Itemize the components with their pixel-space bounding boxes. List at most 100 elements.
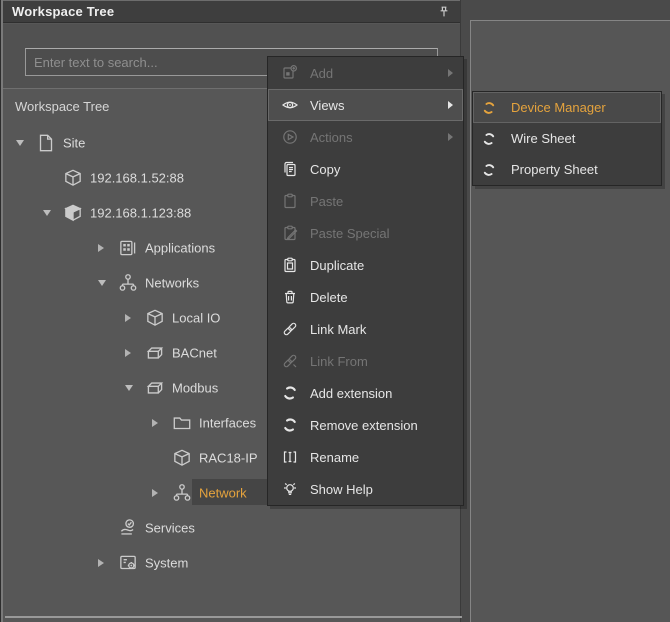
document-icon	[35, 132, 57, 154]
pin-icon[interactable]	[437, 5, 451, 19]
menu-item-add-extension[interactable]: Add extension	[268, 377, 463, 409]
menu-item-label: Duplicate	[310, 258, 364, 273]
tree-item-label: BACnet	[172, 345, 217, 360]
menu-item-actions: Actions	[268, 121, 463, 153]
submenu-item-label: Property Sheet	[511, 162, 598, 177]
tree-item-label: Network	[199, 485, 247, 500]
network-icon	[171, 482, 193, 504]
menu-item-label: Actions	[310, 130, 353, 145]
menu-item-label: Delete	[310, 290, 348, 305]
panel-title: Workspace Tree	[12, 4, 114, 19]
menu-item-show-help[interactable]: Show Help	[268, 473, 463, 505]
services-icon	[117, 517, 139, 539]
menu-item-duplicate[interactable]: Duplicate	[268, 249, 463, 281]
tree-item-system[interactable]: System	[3, 545, 462, 580]
chevron-right-icon[interactable]	[152, 489, 158, 497]
tree-item-label: System	[145, 555, 188, 570]
tree-item-label: Local IO	[172, 310, 220, 325]
panel-resize-handle[interactable]	[5, 616, 462, 618]
device-box-icon	[62, 167, 84, 189]
chevron-right-icon[interactable]	[98, 244, 104, 252]
menu-item-label: Link From	[310, 354, 368, 369]
menu-item-rename[interactable]: Rename	[268, 441, 463, 473]
folder-icon	[171, 412, 193, 434]
view-icon	[481, 131, 497, 147]
submenu-item-label: Device Manager	[511, 100, 606, 115]
menu-item-label: Rename	[310, 450, 359, 465]
menu-item-link-from: Link From	[268, 345, 463, 377]
link-icon	[281, 320, 299, 338]
protocol-box-icon	[144, 342, 166, 364]
menu-item-label: Views	[310, 98, 344, 113]
tree-item-label: Networks	[145, 275, 199, 290]
submenu-item-property-sheet[interactable]: Property Sheet	[473, 154, 661, 185]
tree-item-label: RAC18-IP	[199, 450, 258, 465]
menu-item-label: Paste	[310, 194, 343, 209]
chevron-right-icon[interactable]	[98, 559, 104, 567]
protocol-box-icon	[144, 377, 166, 399]
views-submenu: Device Manager Wire Sheet Property Sheet	[472, 91, 662, 186]
device-box-open-icon	[62, 202, 84, 224]
tree-item-label: Services	[145, 520, 195, 535]
extension-icon	[281, 416, 299, 434]
panel-header: Workspace Tree	[3, 0, 460, 23]
chevron-right-icon[interactable]	[152, 419, 158, 427]
tree-item-label: Modbus	[172, 380, 218, 395]
paste-icon	[281, 192, 299, 210]
menu-item-label: Add extension	[310, 386, 392, 401]
submenu-arrow-icon	[448, 101, 453, 109]
menu-item-label: Paste Special	[310, 226, 390, 241]
menu-item-views[interactable]: Views	[268, 89, 463, 121]
tree-item-label: Interfaces	[199, 415, 256, 430]
submenu-item-label: Wire Sheet	[511, 131, 575, 146]
duplicate-icon	[281, 256, 299, 274]
submenu-arrow-icon	[448, 133, 453, 141]
chevron-right-icon[interactable]	[125, 314, 131, 322]
applications-icon	[117, 237, 139, 259]
device-box-icon	[144, 307, 166, 329]
submenu-item-device-manager[interactable]: Device Manager	[473, 92, 661, 123]
menu-item-label: Copy	[310, 162, 340, 177]
rename-icon	[281, 448, 299, 466]
menu-item-paste-special: Paste Special	[268, 217, 463, 249]
menu-item-add: Add	[268, 57, 463, 89]
menu-item-label: Add	[310, 66, 333, 81]
copy-icon	[281, 160, 299, 178]
tree-item-label: Applications	[145, 240, 215, 255]
tree-item-label: 192.168.1.123:88	[90, 205, 191, 220]
tree-item-label: 192.168.1.52:88	[90, 170, 184, 185]
tree-item-label: Site	[63, 135, 85, 150]
menu-item-label: Show Help	[310, 482, 373, 497]
chevron-down-icon[interactable]	[98, 280, 106, 286]
chevron-down-icon[interactable]	[16, 140, 24, 146]
menu-item-delete[interactable]: Delete	[268, 281, 463, 313]
extension-icon	[281, 384, 299, 402]
submenu-item-wire-sheet[interactable]: Wire Sheet	[473, 123, 661, 154]
chevron-down-icon[interactable]	[43, 210, 51, 216]
actions-icon	[281, 128, 299, 146]
menu-item-paste: Paste	[268, 185, 463, 217]
system-icon	[117, 552, 139, 574]
link-off-icon	[281, 352, 299, 370]
paste-special-icon	[281, 224, 299, 242]
menu-item-remove-extension[interactable]: Remove extension	[268, 409, 463, 441]
context-menu: Add Views Actions Copy Paste Paste Special Dup…	[267, 56, 464, 506]
tree-section-label: Workspace Tree	[15, 99, 109, 114]
chevron-down-icon[interactable]	[125, 385, 133, 391]
menu-item-copy[interactable]: Copy	[268, 153, 463, 185]
tree-item-services[interactable]: Services	[3, 510, 462, 545]
eye-icon	[281, 96, 299, 114]
help-icon	[281, 480, 299, 498]
submenu-arrow-icon	[448, 69, 453, 77]
device-box-icon	[171, 447, 193, 469]
menu-item-label: Remove extension	[310, 418, 418, 433]
view-icon	[481, 100, 497, 116]
menu-item-link-mark[interactable]: Link Mark	[268, 313, 463, 345]
menu-item-label: Link Mark	[310, 322, 366, 337]
network-icon	[117, 272, 139, 294]
add-icon	[281, 64, 299, 82]
chevron-right-icon[interactable]	[125, 349, 131, 357]
application-window: Workspace Tree Workspace Tree Site 192.16…	[0, 0, 670, 622]
view-icon	[481, 162, 497, 178]
delete-icon	[281, 288, 299, 306]
